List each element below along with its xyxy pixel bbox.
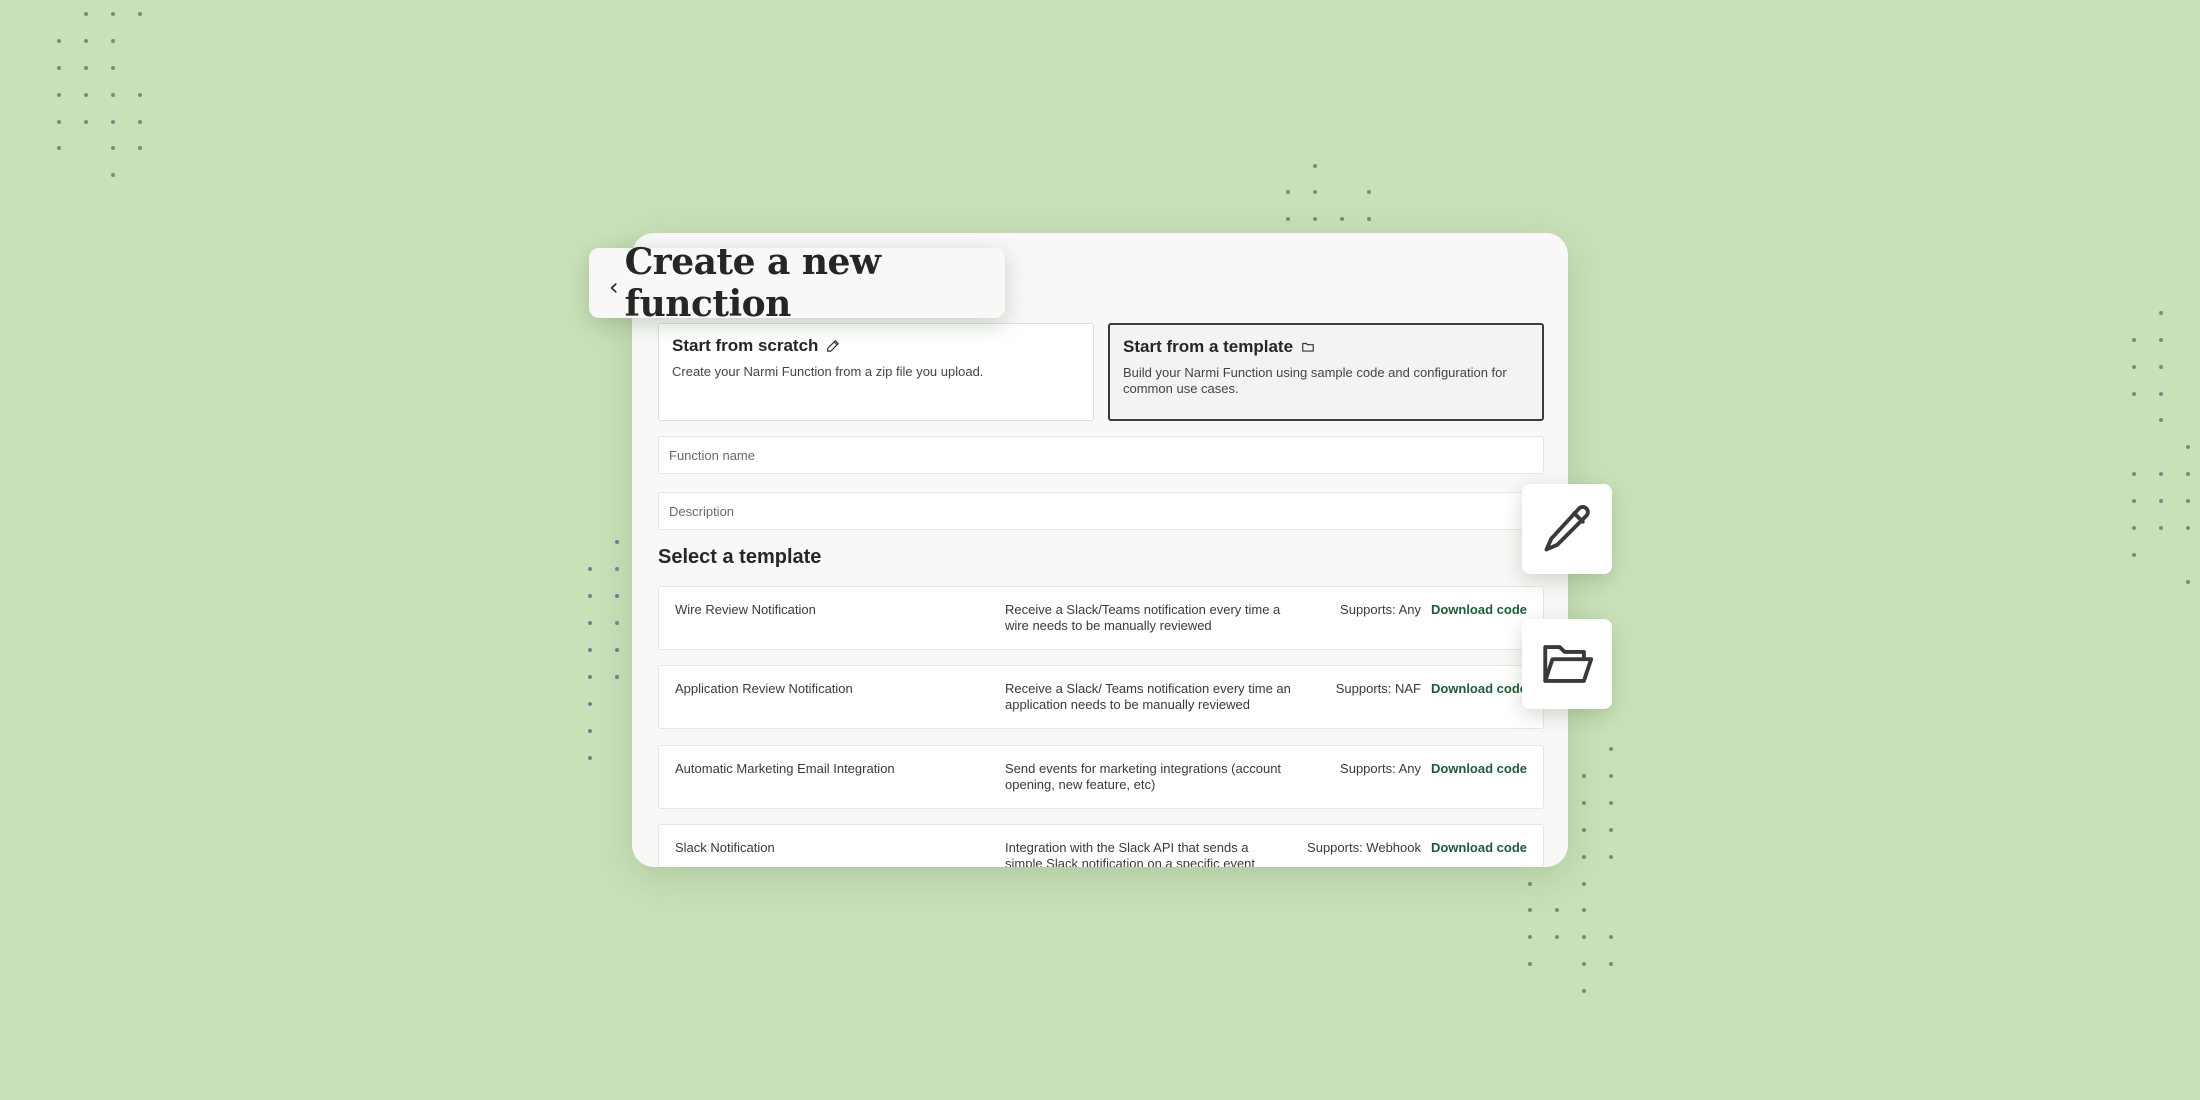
template-row[interactable]: Wire Review Notification Receive a Slack… (658, 586, 1544, 650)
pencil-icon (827, 340, 840, 352)
download-code-link[interactable]: Download code (1431, 840, 1527, 855)
pencil-icon (1544, 505, 1590, 552)
open-folder-icon (1543, 645, 1594, 683)
chevron-left-icon[interactable]: ‹ (609, 273, 619, 301)
template-row[interactable]: Application Review Notification Receive … (658, 665, 1544, 729)
template-description: Receive a Slack/Teams notification every… (1005, 602, 1281, 633)
template-supports: Supports: Webhook (1307, 840, 1421, 855)
description-input[interactable] (658, 492, 1544, 530)
option-start-from-scratch[interactable]: Start from scratch Create your Narmi Fun… (658, 323, 1094, 421)
download-code-link[interactable]: Download code (1431, 602, 1527, 617)
template-name: Automatic Marketing Email Integration (675, 761, 895, 776)
option-label: Start from a template (1123, 337, 1294, 356)
download-code-link[interactable]: Download code (1431, 761, 1527, 776)
template-row[interactable]: Automatic Marketing Email Integration Se… (658, 745, 1544, 809)
page-title: Create a new function (624, 241, 881, 325)
template-name: Application Review Notification (675, 681, 853, 696)
template-name: Slack Notification (675, 840, 775, 855)
folder-icon (1302, 342, 1314, 352)
template-description: Integration with the Slack API that send… (1005, 840, 1256, 867)
template-description: Receive a Slack/ Teams notification ever… (1005, 681, 1291, 712)
option-description: Create your Narmi Function from a zip fi… (672, 364, 984, 379)
template-supports: Supports: Any (1340, 761, 1421, 776)
template-supports: Supports: Any (1340, 602, 1421, 617)
option-label: Start from scratch (672, 336, 819, 355)
download-code-link[interactable]: Download code (1431, 681, 1527, 696)
page-header: ‹ Create a new function (589, 241, 1005, 325)
template-supports: Supports: NAF (1335, 681, 1421, 696)
option-start-from-template[interactable]: Start from a template Build your Narmi F… (1108, 323, 1544, 421)
template-name: Wire Review Notification (675, 602, 816, 617)
template-description: Send events for marketing integrations (… (1005, 761, 1282, 792)
create-function-card: Start from scratch Create your Narmi Fun… (632, 233, 1568, 867)
option-header: Start from scratch (672, 336, 1080, 356)
function-name-input[interactable] (658, 436, 1544, 474)
option-description: Build your Narmi Function using sample c… (1123, 365, 1507, 396)
template-row[interactable]: Slack Notification Integration with the … (658, 824, 1544, 867)
select-template-heading: Select a template (658, 546, 822, 568)
option-header: Start from a template (1123, 337, 1529, 357)
pencil-tile[interactable] (1522, 484, 1612, 574)
open-folder-tile[interactable] (1522, 619, 1612, 709)
